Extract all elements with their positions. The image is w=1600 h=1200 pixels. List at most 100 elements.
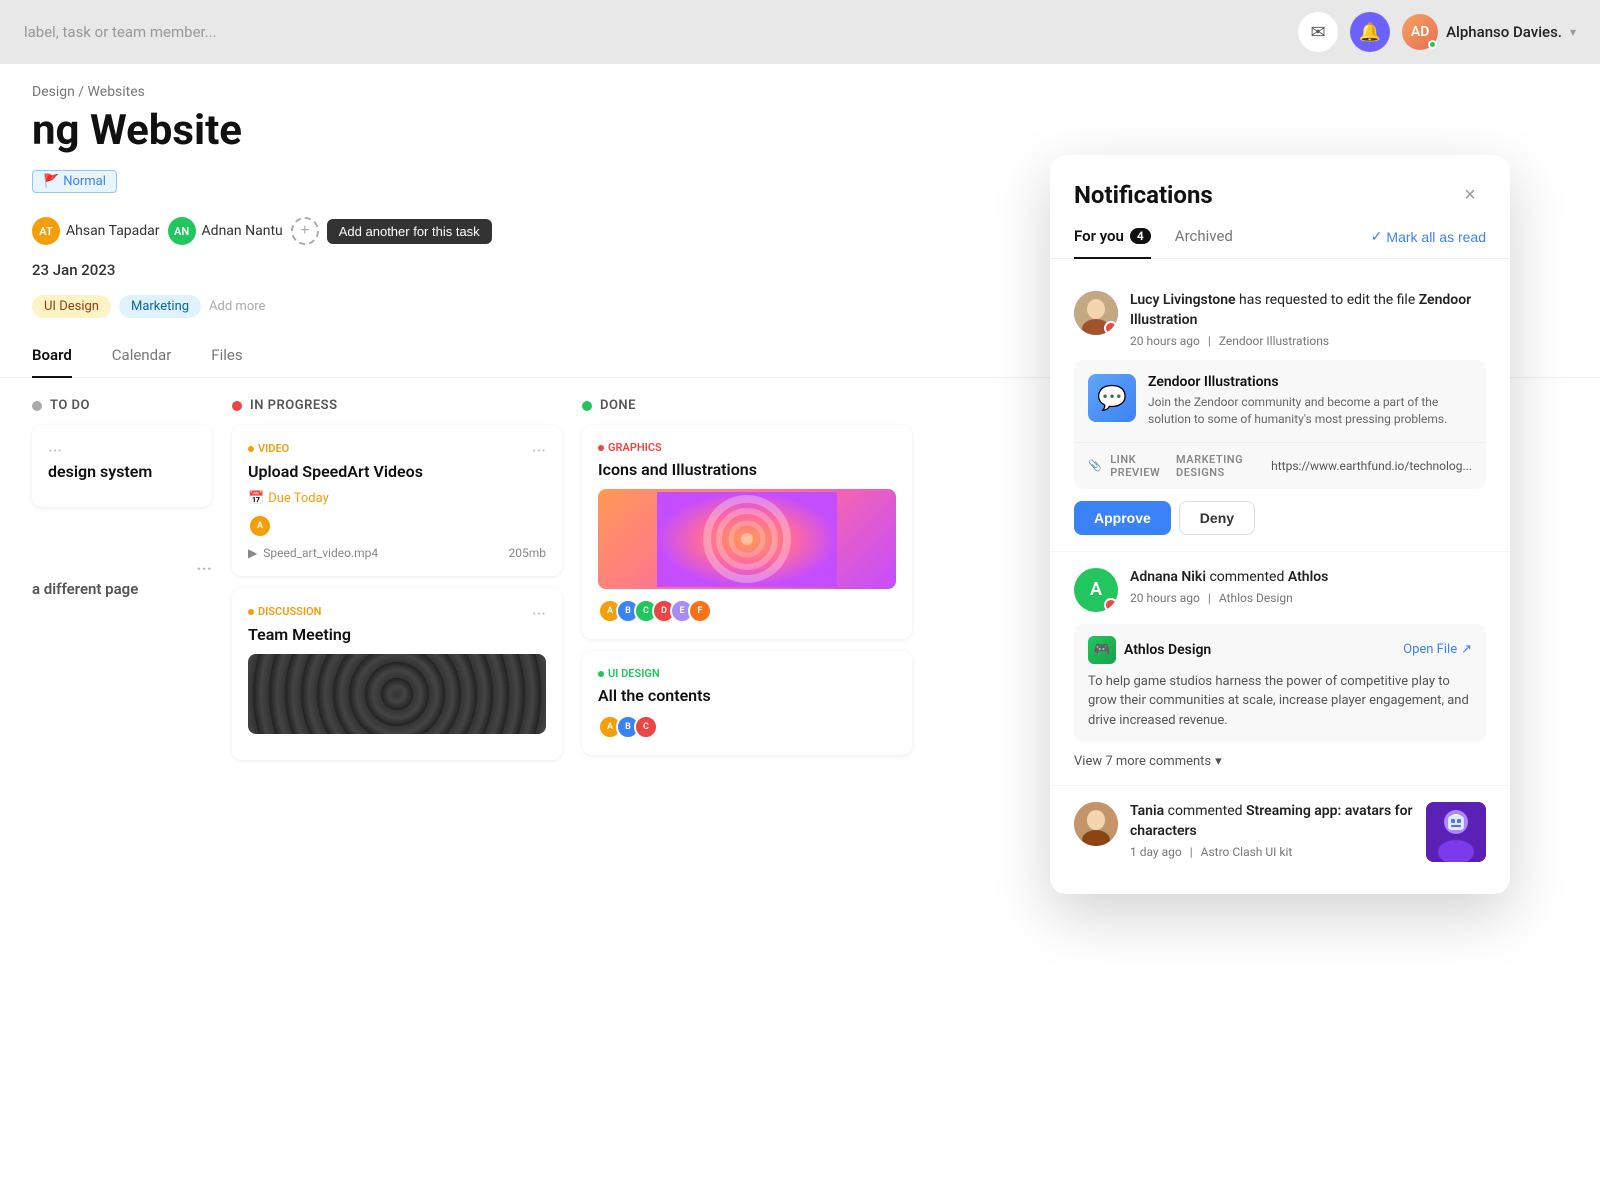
mark-all-read-button[interactable]: ✓ Mark all as read: [1371, 228, 1486, 257]
mail-icon-button[interactable]: ✉: [1298, 12, 1338, 52]
member-chip-1: AT Ahsan Tapadar: [32, 217, 160, 245]
link-preview-desc: Join the Zendoor community and become a …: [1148, 394, 1472, 428]
card-type-graphics: GRAPHICS: [598, 441, 662, 454]
notif-content-lucy: Lucy Livingstone has requested to edit t…: [1130, 291, 1486, 348]
column-header-todo: TO DO: [32, 398, 212, 413]
notif-row-adnana: A Adnana Niki commented Athlos 20 hours …: [1074, 568, 1486, 612]
approve-button[interactable]: Approve: [1074, 501, 1171, 535]
type-dot-video: [248, 446, 254, 452]
card-team-meeting[interactable]: DISCUSSION ··· Team Meeting: [232, 588, 562, 760]
view-comments-button[interactable]: View 7 more comments ▾: [1074, 754, 1486, 769]
type-dot-graphics: [598, 445, 604, 451]
tab-label-archived: Archived: [1175, 227, 1233, 245]
tab-for-you[interactable]: For you 4: [1074, 227, 1151, 259]
notif-tabs: For you 4 Archived ✓ Mark all as read: [1050, 211, 1510, 259]
notif-meta-tania: 1 day ago | Astro Clash UI kit: [1130, 845, 1414, 859]
notif-time-lucy: 20 hours ago: [1130, 334, 1200, 348]
add-another-button[interactable]: Add another for this task: [327, 219, 492, 244]
priority-tag[interactable]: 🚩 Normal: [32, 170, 117, 193]
notif-text-tania: Tania commented Streaming app: avatars f…: [1130, 802, 1414, 841]
notif-time-tania: 1 day ago: [1130, 845, 1182, 859]
card-thumb-graphics: [598, 489, 896, 589]
page-title: ng Website: [0, 108, 1600, 154]
search-input-placeholder[interactable]: label, task or team member...: [24, 23, 217, 41]
avatar: AD: [1402, 14, 1438, 50]
card-title-speedart: Upload SpeedArt Videos: [248, 462, 546, 481]
notif-count: 4: [1130, 228, 1151, 244]
card-title-contents: All the contents: [598, 686, 896, 705]
notif-workspace-tania: Astro Clash UI kit: [1201, 845, 1293, 859]
member-chip-2: AN Adnan Nantu: [168, 217, 283, 245]
tab-files[interactable]: Files: [211, 334, 242, 378]
notif-text-lucy: Lucy Livingstone has requested to edit t…: [1130, 291, 1486, 330]
card-more-menu[interactable]: ···: [48, 441, 196, 462]
notif-title: Notifications: [1074, 181, 1213, 209]
link-preview-inner: 💬 Zendoor Illustrations Join the Zendoor…: [1074, 360, 1486, 442]
card-avatars-contents: A B C: [598, 715, 896, 739]
online-indicator: [1428, 40, 1437, 49]
tag-ui-design[interactable]: UI Design: [32, 295, 111, 318]
tab-board[interactable]: Board: [32, 334, 72, 378]
add-more-link[interactable]: Add more: [209, 299, 265, 314]
notif-content-adnana: Adnana Niki commented Athlos 20 hours ag…: [1130, 568, 1486, 612]
member-avatar-adnan: AN: [168, 217, 196, 245]
notif-workspace-adnana: Athlos Design: [1219, 591, 1293, 605]
card-menu-meeting[interactable]: ···: [532, 604, 546, 625]
tag-marketing[interactable]: Marketing: [119, 295, 201, 318]
tania-thumbnail: [1426, 802, 1486, 862]
notif-file-adnana: Athlos: [1288, 569, 1329, 585]
notif-avatar-lucy: [1074, 291, 1118, 335]
notif-avatar-tania: [1074, 802, 1118, 846]
card-icons-illustrations[interactable]: GRAPHICS Icons and Illustrations: [582, 425, 912, 639]
avatar-c3: C: [634, 715, 658, 739]
user-profile[interactable]: AD Alphanso Davies. ▾: [1402, 14, 1576, 50]
card-type-ui: UI DESIGN: [598, 667, 896, 680]
notif-text-adnana: Adnana Niki commented Athlos: [1130, 568, 1486, 588]
notif-item-lucy: Lucy Livingstone has requested to edit t…: [1050, 275, 1510, 552]
link-url: https://www.earthfund.io/technolog...: [1271, 459, 1472, 473]
athlos-card-header: 🎮 Athlos Design Open File ↗: [1088, 636, 1472, 664]
athlos-brand-name: Athlos Design: [1124, 642, 1211, 658]
link-preview-footer: 📎 LINK PREVIEW Marketing designs https:/…: [1074, 442, 1486, 489]
card-avatar-1: A: [248, 514, 272, 538]
open-file-link[interactable]: Open File ↗: [1403, 642, 1472, 657]
breadcrumb: Design / Websites: [0, 64, 1600, 108]
external-link-icon: ↗: [1461, 642, 1472, 657]
notif-file-tania: Streaming app: avatars for characters: [1130, 803, 1413, 839]
header-icons: ✉ 🔔 AD Alphanso Davies. ▾: [1298, 12, 1576, 52]
athlos-description: To help game studios harness the power o…: [1088, 672, 1472, 731]
notif-badge-lucy: [1104, 321, 1118, 335]
notif-close-button[interactable]: ×: [1454, 179, 1486, 211]
link-preview-card: 💬 Zendoor Illustrations Join the Zendoor…: [1074, 360, 1486, 489]
col-dot-in-progress: [232, 401, 242, 411]
tab-archived[interactable]: Archived: [1175, 227, 1233, 259]
notif-avatar-adnana: A: [1074, 568, 1118, 612]
notif-row-tania: Tania commented Streaming app: avatars f…: [1074, 802, 1486, 862]
add-member-button[interactable]: +: [291, 217, 319, 245]
notif-meta-adnana: 20 hours ago | Athlos Design: [1130, 591, 1486, 605]
card-more-menu-2[interactable]: ···: [32, 559, 212, 580]
col-label-done: DONE: [600, 398, 636, 413]
notif-meta-lucy: 20 hours ago | Zendoor Illustrations: [1130, 334, 1486, 348]
card-footer-speedart: A: [248, 514, 546, 538]
card-design-system[interactable]: ··· design system: [32, 425, 212, 507]
deny-button[interactable]: Deny: [1179, 501, 1255, 535]
card-avatars-speedart: A: [248, 514, 272, 538]
card-menu-speedart[interactable]: ···: [532, 441, 546, 462]
notif-time-adnana: 20 hours ago: [1130, 591, 1200, 605]
file-size-speedart: 205mb: [509, 546, 547, 560]
member-name-ahsan: Ahsan Tapadar: [66, 223, 160, 239]
card-avatars-graphics: A B C D E F: [598, 599, 896, 623]
col-label-in-progress: IN PROGRESS: [250, 398, 338, 413]
link-preview-label: LINK PREVIEW: [1110, 453, 1168, 479]
bell-icon-button[interactable]: 🔔: [1350, 12, 1390, 52]
notif-body: Lucy Livingstone has requested to edit t…: [1050, 259, 1510, 894]
col-label-todo: TO DO: [50, 398, 90, 413]
column-todo: TO DO ··· design system ··· a different …: [32, 398, 212, 772]
chevron-down-icon: ▾: [1215, 754, 1222, 769]
view-comments-text: View 7 more comments: [1074, 754, 1211, 769]
notif-content-tania: Tania commented Streaming app: avatars f…: [1130, 802, 1414, 862]
card-speedart[interactable]: VIDEO ··· Upload SpeedArt Videos 📅 Due T…: [232, 425, 562, 576]
card-all-contents[interactable]: UI DESIGN All the contents A B C: [582, 651, 912, 755]
tab-calendar[interactable]: Calendar: [112, 334, 172, 378]
